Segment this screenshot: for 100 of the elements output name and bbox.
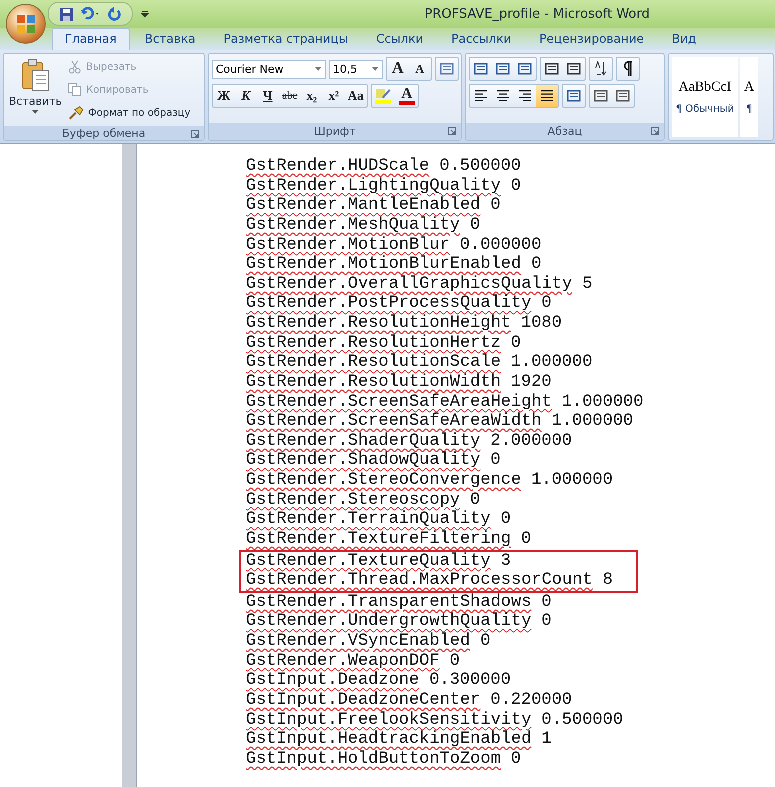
dialog-launcher-icon[interactable] — [651, 127, 660, 136]
setting-key: GstRender.WeaponDOF — [246, 652, 440, 672]
font-color-button[interactable]: A — [396, 85, 418, 107]
setting-key: GstInput.FreelookSensitivity — [246, 710, 532, 730]
setting-value: 0.300000 — [429, 671, 512, 691]
align-center-icon — [495, 89, 511, 103]
setting-value: 1.000000 — [562, 392, 644, 412]
caret-icon — [32, 110, 40, 114]
setting-key: GstRender.Thread.MaxProcessorCount — [246, 571, 593, 591]
format-painter-button[interactable]: Формат по образцу — [66, 103, 193, 123]
grow-font-button[interactable]: A — [387, 58, 409, 80]
setting-value: 0 — [511, 334, 522, 354]
setting-key: GstRender.ResolutionHeight — [246, 314, 512, 334]
style-tile[interactable]: AaBbCcI ¶ Обычный — [672, 57, 738, 137]
setting-key: GstInput.HoldButtonToZoom — [246, 750, 502, 770]
setting-key: GstRender.ShadowQuality — [246, 451, 481, 471]
pilcrow-icon — [622, 61, 634, 77]
setting-value: 0 — [531, 255, 542, 275]
setting-value: 5 — [582, 274, 593, 294]
setting-key: GstRender.Stereoscopy — [246, 490, 460, 510]
italic-button[interactable]: К — [235, 85, 257, 107]
underline-button[interactable]: Ч — [257, 85, 279, 107]
align-button[interactable] — [536, 85, 558, 107]
setting-value: 0 — [521, 530, 532, 550]
setting-value: 0 — [490, 196, 501, 216]
font-name-field[interactable]: Courier New — [212, 60, 326, 78]
change-case-button[interactable]: Aa — [345, 85, 367, 107]
scissors-icon — [68, 60, 82, 74]
setting-key: GstRender.MotionBlur — [246, 236, 450, 256]
setting-value: 0 — [542, 612, 552, 632]
strikethrough-button[interactable]: abe — [279, 85, 301, 107]
setting-value: 0 — [542, 592, 552, 612]
setting-value: 0 — [542, 294, 552, 314]
dialog-launcher-icon[interactable] — [191, 130, 200, 139]
setting-key: GstRender.MantleEnabled — [246, 196, 481, 216]
setting-key: GstRender.StereoConvergence — [246, 471, 522, 491]
setting-key: GstInput.Deadzone — [246, 671, 420, 691]
setting-value: 3 — [500, 552, 512, 572]
setting-value: 0 — [470, 216, 480, 236]
setting-key: GstRender.UndergrowthQuality — [246, 612, 532, 632]
setting-key: GstRender.ScreenSafeAreaHeight — [246, 392, 552, 412]
setting-key: GstRender.PostProcessQuality — [246, 294, 532, 314]
ribbon-tab[interactable]: Рассылки — [438, 28, 525, 50]
copy-icon — [68, 83, 82, 97]
customize-toolbar-icon[interactable] — [141, 10, 149, 18]
setting-key: GstRender.HUDScale — [246, 157, 430, 177]
ribbon-tab[interactable]: Вид — [659, 28, 710, 50]
align-left-icon — [473, 89, 489, 103]
setting-key: GstInput.DeadzoneCenter — [246, 690, 481, 710]
subscript-button[interactable]: x₂ — [301, 85, 323, 107]
setting-value: 0.500000 — [542, 710, 624, 730]
setting-value: 8 — [602, 571, 614, 591]
save-icon[interactable] — [59, 6, 74, 22]
setting-value: 0 — [511, 176, 522, 196]
sort-icon — [594, 61, 608, 77]
setting-key: GstRender.LightingQuality — [246, 176, 502, 196]
setting-value: 0 — [450, 652, 460, 672]
setting-key: GstRender.ScreenSafeAreaWidth — [246, 412, 542, 432]
redo-icon[interactable] — [108, 7, 122, 21]
bold-button[interactable]: Ж — [213, 85, 235, 107]
setting-value: 1.000000 — [552, 412, 634, 432]
setting-key: GstRender.TransparentShadows — [246, 592, 532, 612]
ribbon-tab[interactable]: Рецензирование — [526, 28, 658, 50]
setting-value: 1920 — [511, 372, 552, 392]
office-button[interactable] — [6, 4, 46, 44]
setting-key: GstRender.VSyncEnabled — [246, 632, 470, 652]
setting-value: 0 — [470, 490, 480, 510]
setting-value: 0 — [490, 451, 501, 471]
caret-icon — [372, 67, 379, 71]
setting-value: 0.500000 — [440, 157, 522, 177]
undo-icon[interactable] — [80, 7, 102, 21]
ribbon-tab[interactable]: Главная — [52, 28, 130, 50]
setting-key: GstRender.ShaderQuality — [246, 432, 481, 452]
paste-button[interactable]: Вставить — [7, 57, 64, 123]
ribbon-tab[interactable]: Вставка — [132, 28, 209, 50]
ribbon-tab[interactable]: Ссылки — [363, 28, 437, 50]
setting-key: GstRender.ResolutionHertz — [246, 334, 502, 354]
setting-value: 2.000000 — [490, 432, 572, 452]
shrink-font-button[interactable]: A — [409, 58, 431, 80]
setting-key: GstRender.ResolutionScale — [246, 353, 502, 373]
setting-key: GstRender.TextureQuality — [246, 552, 491, 572]
window-title: PROFSAVE_profile - Microsoft Word — [424, 6, 650, 22]
style-tile[interactable]: A ¶ — [740, 57, 758, 137]
group-label: Буфер обмена — [4, 126, 204, 140]
paintbrush-icon — [68, 106, 84, 120]
setting-key: GstRender.OverallGraphicsQuality — [246, 274, 572, 294]
group-label: Абзац — [466, 123, 664, 140]
setting-value: 0 — [511, 750, 522, 770]
setting-key: GstRender.TextureFiltering — [246, 530, 512, 550]
setting-key: GstRender.ResolutionWidth — [246, 372, 502, 392]
superscript-button[interactable]: x² — [323, 85, 345, 107]
setting-value: 0.220000 — [490, 690, 572, 710]
setting-value: 1.000000 — [511, 353, 593, 373]
setting-key: GstRender.MeshQuality — [246, 216, 460, 236]
setting-value: 1080 — [521, 314, 562, 334]
ribbon-tab[interactable]: Разметка страницы — [210, 28, 362, 50]
setting-value: 0 — [500, 510, 512, 530]
dialog-launcher-icon[interactable] — [448, 127, 457, 136]
setting-value: 1.000000 — [531, 471, 614, 491]
font-size-field[interactable]: 10,5 — [329, 60, 383, 78]
